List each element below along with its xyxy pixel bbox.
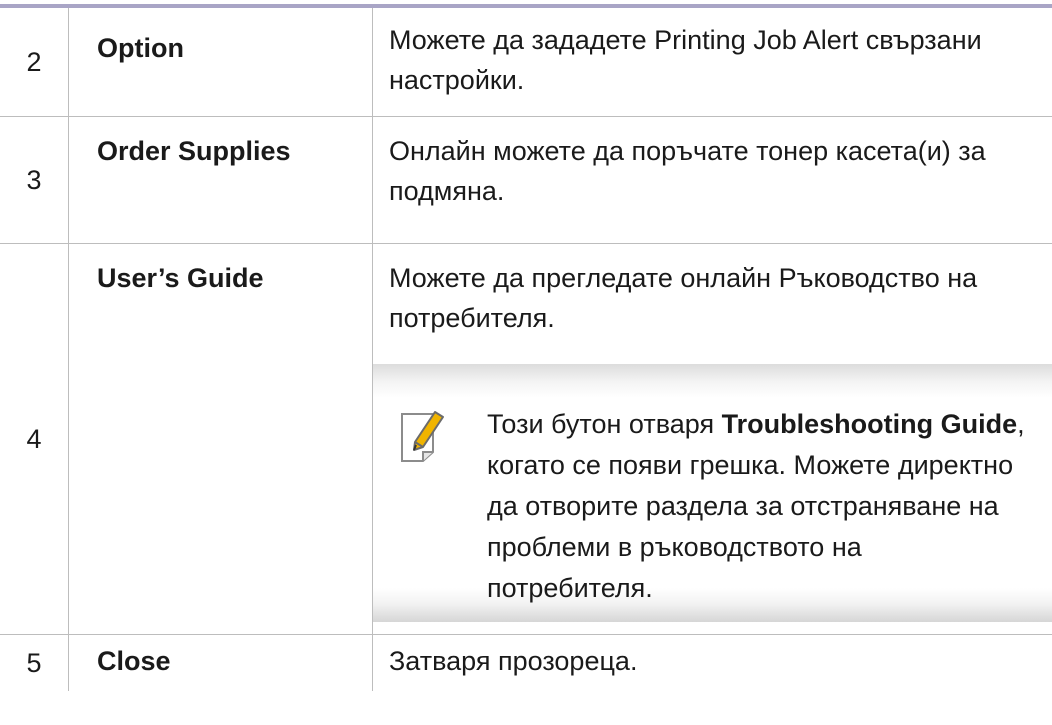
troubleshooting-guide-term: Troubleshooting Guide bbox=[721, 409, 1018, 439]
row-number: 4 bbox=[0, 243, 69, 635]
table-row: 2 Option Можете да зададете Printing Job… bbox=[0, 8, 1052, 117]
button-description: Затваря прозореца. bbox=[389, 646, 638, 676]
row-number: 3 bbox=[0, 116, 69, 244]
button-name: Close bbox=[68, 634, 373, 691]
table-row: 3 Order Supplies Онлайн можете да поръча… bbox=[0, 116, 1052, 244]
button-name: Option bbox=[68, 8, 373, 117]
button-name: Order Supplies bbox=[68, 116, 373, 244]
button-description: Можете да зададете Printing Job Alert св… bbox=[389, 25, 982, 95]
button-description: Онлайн можете да поръчате тонер касета(и… bbox=[389, 136, 986, 206]
button-description: Можете да прегледате онлайн Ръководство … bbox=[389, 263, 978, 333]
note-text: Този бутон отваря Troubleshooting Guide,… bbox=[487, 409, 1025, 603]
table-row: 4 User’s Guide Можете да прегледате онла… bbox=[0, 243, 1052, 635]
row-number: 5 bbox=[0, 634, 69, 691]
button-name: User’s Guide bbox=[68, 243, 373, 635]
table-row: 5 Close Затваря прозореца. bbox=[0, 634, 1052, 691]
note-pencil-icon bbox=[399, 408, 447, 464]
row-number: 2 bbox=[0, 8, 69, 117]
note-box: Този бутон отваря Troubleshooting Guide,… bbox=[373, 364, 1052, 622]
button-description-table: 2 Option Можете да зададете Printing Job… bbox=[0, 8, 1052, 691]
